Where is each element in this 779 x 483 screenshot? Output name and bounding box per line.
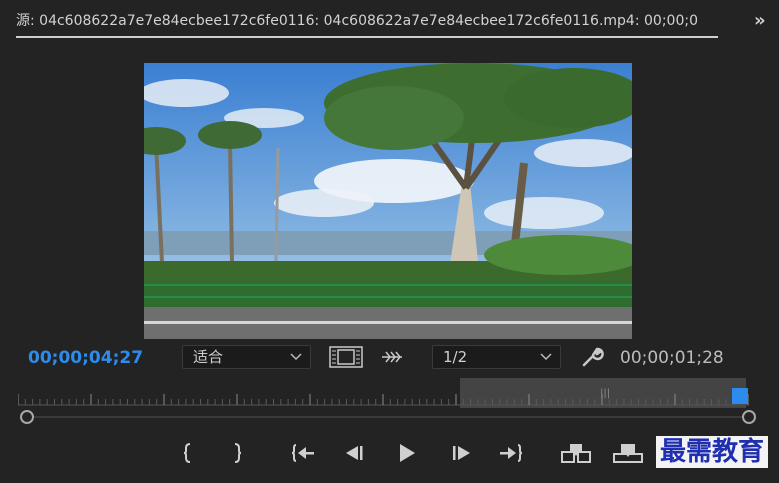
play-button[interactable] — [394, 440, 420, 466]
zoom-level-select[interactable]: 适合 — [182, 345, 311, 369]
duration-timecode: 00;00;01;28 — [620, 348, 724, 368]
insert-icon — [561, 444, 591, 463]
scroll-handle-right[interactable] — [742, 410, 756, 424]
panel-header: 源: 04c608622a7e7e84ecbee172c6fe0116: 04c… — [0, 0, 779, 40]
mark-out-icon — [234, 443, 242, 463]
safe-margins-icon[interactable] — [329, 346, 363, 368]
resolution-value: 1/2 — [443, 348, 468, 366]
source-monitor-viewer[interactable] — [144, 63, 632, 339]
go-to-out-button[interactable] — [498, 440, 524, 466]
scroll-track — [28, 416, 750, 418]
overwrite-button[interactable] — [612, 440, 644, 466]
playhead[interactable] — [732, 388, 748, 404]
current-timecode[interactable]: 00;00;04;27 — [28, 348, 143, 368]
insert-button[interactable] — [560, 440, 592, 466]
chevron-down-icon — [540, 346, 552, 376]
mark-in-icon — [183, 443, 191, 463]
scroll-handle-left[interactable] — [20, 410, 34, 424]
overwrite-icon — [613, 444, 643, 463]
source-tab-title[interactable]: 源: 04c608622a7e7e84ecbee172c6fe0116: 04c… — [16, 10, 718, 30]
mark-out-button[interactable] — [223, 440, 249, 466]
chevron-down-icon — [290, 346, 302, 376]
drag-audio-icon[interactable] — [380, 349, 404, 365]
zoom-scrollbar[interactable] — [20, 410, 756, 424]
step-forward-button[interactable] — [448, 440, 474, 466]
step-back-icon — [346, 446, 363, 460]
mark-in-button[interactable] — [176, 440, 202, 466]
video-frame — [144, 63, 632, 339]
go-to-in-button[interactable] — [290, 440, 316, 466]
wrench-icon[interactable] — [580, 345, 604, 369]
tab-underline — [16, 36, 718, 38]
double-chevron-right-icon[interactable]: » — [754, 10, 765, 31]
watermark-logo: 最需教育 — [656, 436, 769, 468]
play-icon — [400, 444, 415, 462]
step-back-button[interactable] — [342, 440, 368, 466]
playback-resolution-select[interactable]: 1/2 — [432, 345, 561, 369]
go-to-out-icon — [500, 444, 523, 462]
zoom-level-value: 适合 — [193, 348, 224, 366]
time-ruler[interactable] — [18, 392, 749, 406]
go-to-in-icon — [291, 444, 314, 462]
step-forward-icon — [453, 446, 470, 460]
